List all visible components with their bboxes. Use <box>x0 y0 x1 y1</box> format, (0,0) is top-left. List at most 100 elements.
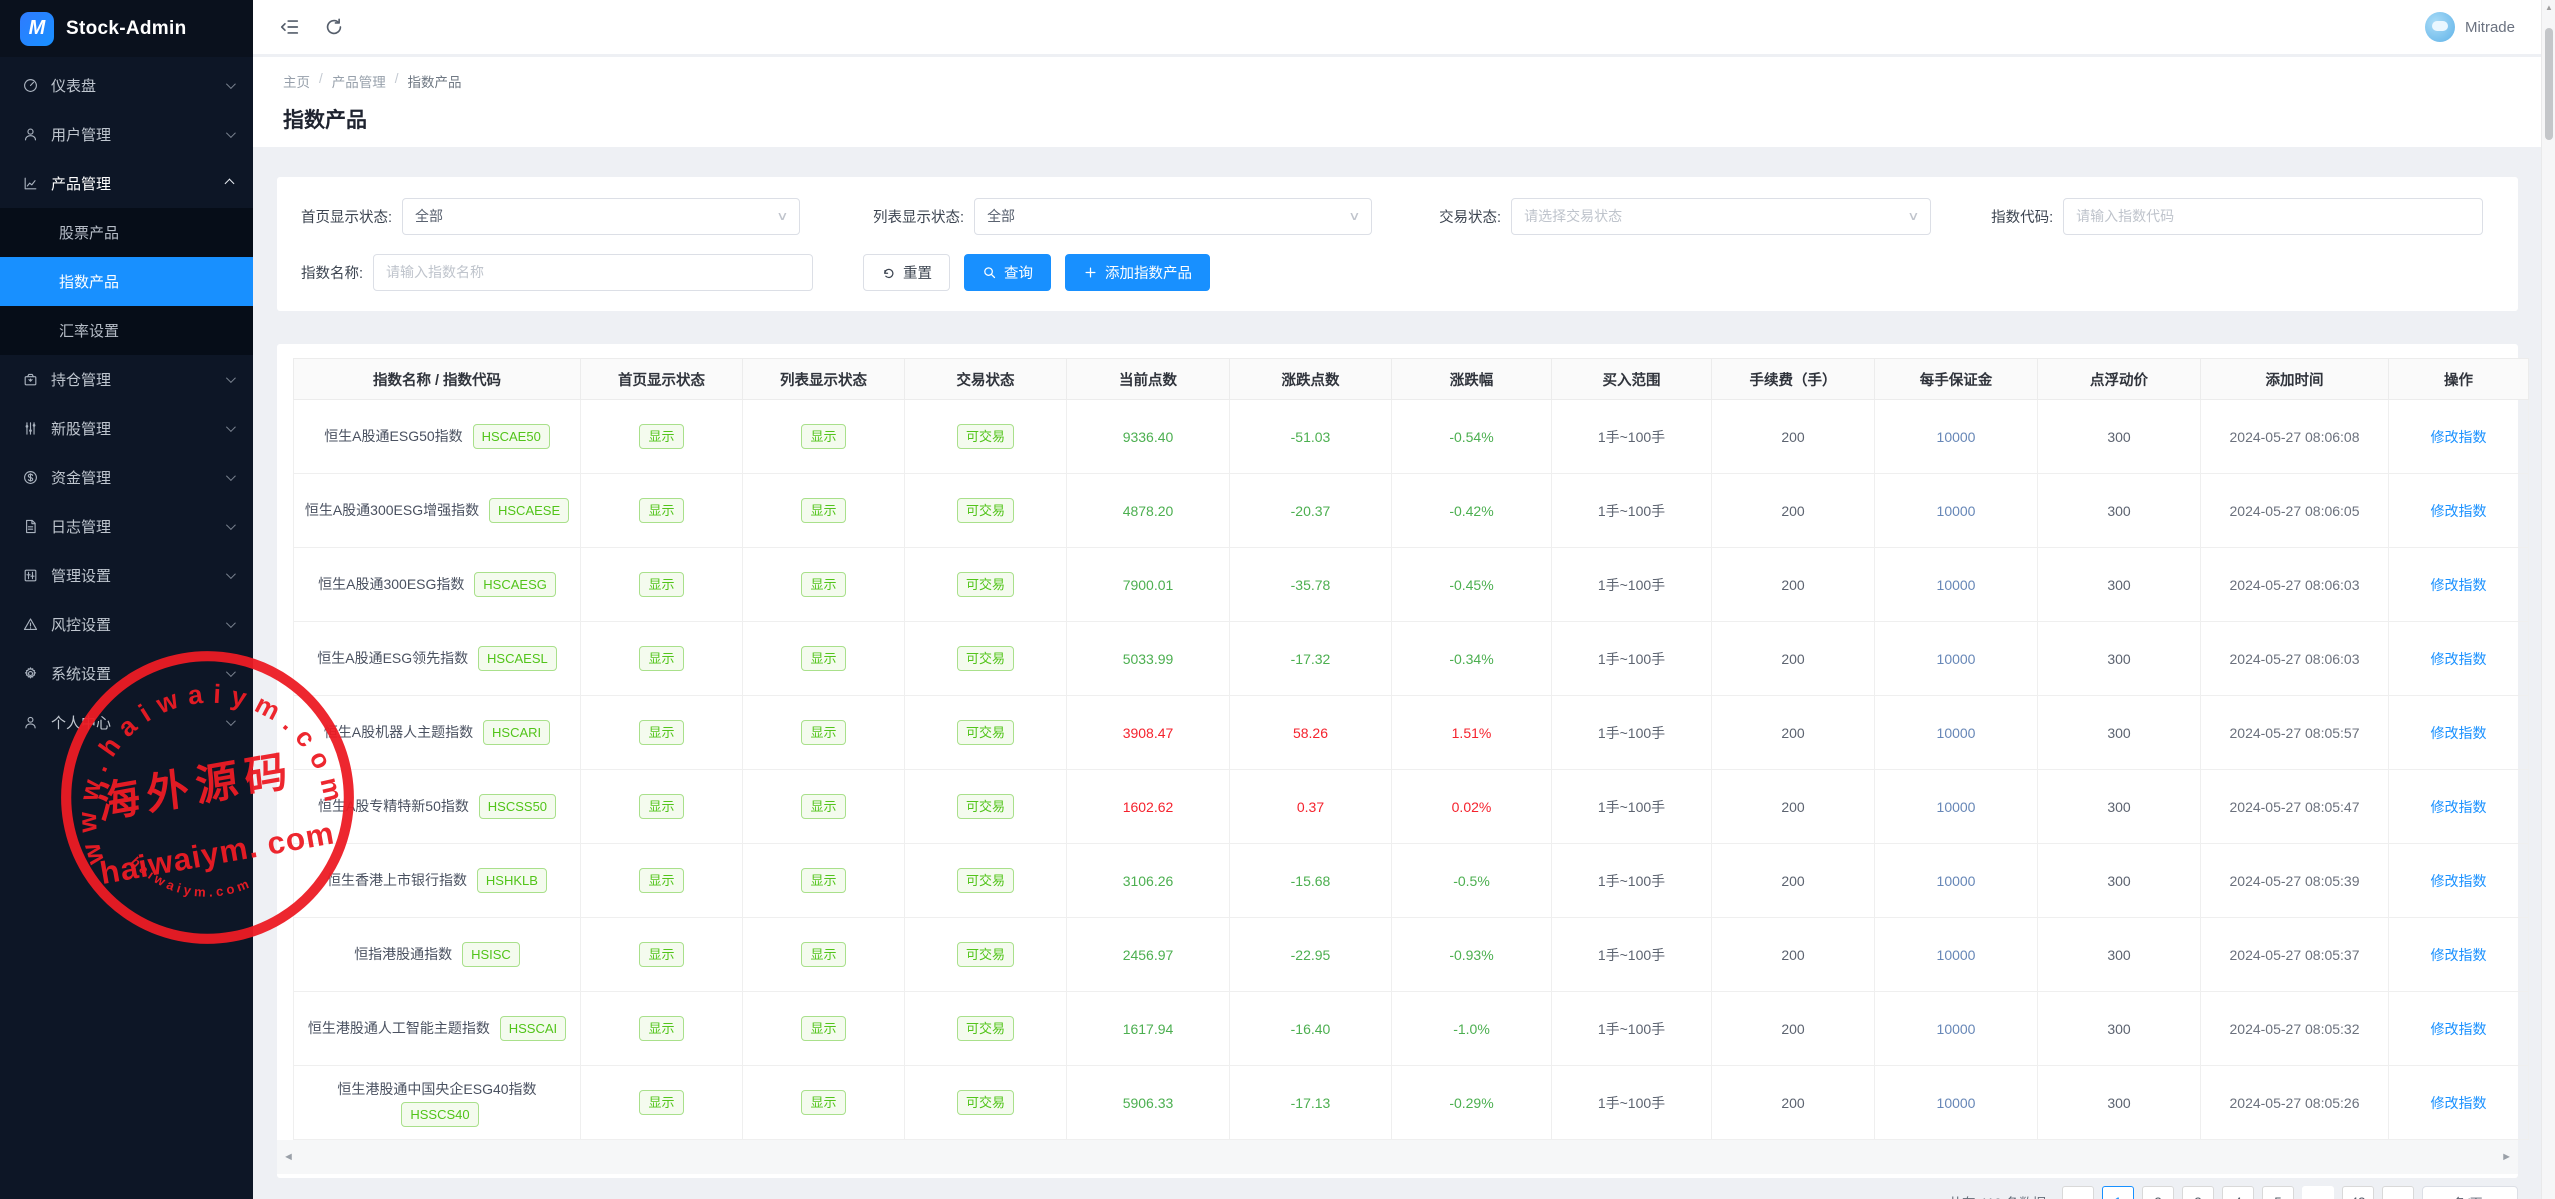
sidebar: M Stock-Admin 仪表盘用户管理产品管理股票产品指数产品汇率设置持仓管… <box>0 0 253 1199</box>
search-button[interactable]: 查询 <box>964 254 1051 291</box>
float-price: 300 <box>2107 799 2130 815</box>
sidebar-subitem-汇率设置[interactable]: 汇率设置 <box>0 306 253 355</box>
user-name[interactable]: Mitrade <box>2465 19 2515 36</box>
scroll-right-arrow-icon[interactable]: ► <box>2501 1151 2512 1163</box>
breadcrumb-product-mgmt[interactable]: 产品管理 <box>332 71 386 91</box>
sidebar-subitem-股票产品[interactable]: 股票产品 <box>0 208 253 257</box>
float-price: 300 <box>2107 503 2130 519</box>
page-button-42[interactable]: 42 <box>2342 1186 2374 1199</box>
user-avatar[interactable] <box>2425 12 2455 42</box>
sidebar-item-label: 新股管理 <box>51 418 226 439</box>
table-row: 恒指港股通指数 HSISC显示显示可交易2456.97-22.95-0.93%1… <box>294 918 2529 992</box>
vertical-scrollbar[interactable]: ▲ <box>2541 0 2555 1199</box>
ipo-icon <box>22 420 39 437</box>
dashboard-icon <box>22 77 39 94</box>
added-time: 2024-05-27 08:06:03 <box>2230 577 2360 593</box>
float-price: 300 <box>2107 1021 2130 1037</box>
fee: 200 <box>1781 577 1804 593</box>
index-name-label: 指数名称: <box>301 262 363 283</box>
reset-button[interactable]: 重置 <box>863 254 950 291</box>
page-size-select[interactable]: 10 条/页 ∨ <box>2422 1186 2518 1199</box>
prev-page-button[interactable]: ‹ <box>2062 1186 2094 1199</box>
float-price: 300 <box>2107 1095 2130 1111</box>
edit-index-link[interactable]: 修改指数 <box>2431 651 2487 667</box>
edit-index-link[interactable]: 修改指数 <box>2431 725 2487 741</box>
sidebar-subitem-指数产品[interactable]: 指数产品 <box>0 257 253 306</box>
page-button-5[interactable]: 5 <box>2262 1186 2294 1199</box>
sidebar-item-产品管理[interactable]: 产品管理 <box>0 159 253 208</box>
buy-range: 1手~100手 <box>1598 577 1665 593</box>
next-page-button[interactable]: › <box>2382 1186 2414 1199</box>
trade-status-select[interactable]: 请选择交易状态 ∨ <box>1511 198 1931 235</box>
sidebar-item-系统设置[interactable]: 系统设置 <box>0 649 253 698</box>
change-percent: -0.29% <box>1449 1095 1493 1111</box>
change-percent: -0.54% <box>1449 429 1493 445</box>
table-header-row: 指数名称 / 指数代码首页显示状态列表显示状态交易状态当前点数涨跌点数涨跌幅买入… <box>294 359 2529 400</box>
index-code-input[interactable]: 请输入指数代码 <box>2063 198 2483 235</box>
sidebar-item-label: 日志管理 <box>51 516 226 537</box>
edit-index-link[interactable]: 修改指数 <box>2431 577 2487 593</box>
breadcrumb-home[interactable]: 主页 <box>283 71 310 91</box>
change-points: 0.37 <box>1297 799 1324 815</box>
edit-index-link[interactable]: 修改指数 <box>2431 503 2487 519</box>
edit-index-link[interactable]: 修改指数 <box>2431 1021 2487 1037</box>
horizontal-scrollbar[interactable]: ◄ ► <box>277 1140 2518 1174</box>
fee: 200 <box>1781 799 1804 815</box>
home-display-badge: 显示 <box>639 498 683 524</box>
reset-icon <box>881 265 896 280</box>
chevron-down-icon: ∨ <box>776 209 788 223</box>
scrollbar-thumb[interactable] <box>2545 28 2553 140</box>
refresh-icon[interactable] <box>323 16 345 38</box>
buy-range: 1手~100手 <box>1598 873 1665 889</box>
page-button-3[interactable]: 3 <box>2182 1186 2214 1199</box>
edit-index-link[interactable]: 修改指数 <box>2431 873 2487 889</box>
edit-index-link[interactable]: 修改指数 <box>2431 947 2487 963</box>
risk-icon <box>22 616 39 633</box>
app-logo[interactable]: M Stock-Admin <box>0 0 253 57</box>
chevron-down-icon: ∨ <box>1908 209 1920 223</box>
column-header: 首页显示状态 <box>581 359 743 400</box>
edit-index-link[interactable]: 修改指数 <box>2431 1095 2487 1111</box>
index-code-label: 指数代码: <box>1991 206 2053 227</box>
table-row: 恒生A股通ESG50指数 HSCAE50显示显示可交易9336.40-51.03… <box>294 400 2529 474</box>
index-name: 恒生香港上市银行指数 <box>327 872 467 888</box>
margin-per-lot: 10000 <box>1937 503 1976 519</box>
fee: 200 <box>1781 725 1804 741</box>
sidebar-item-用户管理[interactable]: 用户管理 <box>0 110 253 159</box>
column-header: 涨跌幅 <box>1392 359 1552 400</box>
scroll-left-arrow-icon[interactable]: ◄ <box>283 1151 294 1163</box>
sidebar-item-label: 资金管理 <box>51 467 226 488</box>
list-display-badge: 显示 <box>801 572 845 598</box>
edit-index-link[interactable]: 修改指数 <box>2431 799 2487 815</box>
scroll-up-arrow-icon[interactable]: ▲ <box>2542 3 2555 12</box>
list-status-select[interactable]: 全部 ∨ <box>974 198 1372 235</box>
sidebar-item-资金管理[interactable]: 资金管理 <box>0 453 253 502</box>
column-header: 当前点数 <box>1067 359 1230 400</box>
index-name-input[interactable]: 请输入指数名称 <box>373 254 813 291</box>
sidebar-item-仪表盘[interactable]: 仪表盘 <box>0 61 253 110</box>
sidebar-item-新股管理[interactable]: 新股管理 <box>0 404 253 453</box>
topbar: Mitrade <box>253 0 2541 54</box>
list-display-badge: 显示 <box>801 868 845 894</box>
home-display-badge: 显示 <box>639 868 683 894</box>
margin-per-lot: 10000 <box>1937 1021 1976 1037</box>
collapse-menu-icon[interactable] <box>279 16 301 38</box>
home-status-select[interactable]: 全部 ∨ <box>402 198 800 235</box>
index-table-card: 指数名称 / 指数代码首页显示状态列表显示状态交易状态当前点数涨跌点数涨跌幅买入… <box>277 344 2518 1178</box>
add-index-product-button[interactable]: 添加指数产品 <box>1065 254 1210 291</box>
sidebar-item-个人中心[interactable]: 个人中心 <box>0 698 253 747</box>
table-row: 恒生A股通ESG领先指数 HSCAESL显示显示可交易5033.99-17.32… <box>294 622 2529 696</box>
edit-index-link[interactable]: 修改指数 <box>2431 429 2487 445</box>
sidebar-item-持仓管理[interactable]: 持仓管理 <box>0 355 253 404</box>
sidebar-item-label: 用户管理 <box>51 124 226 145</box>
trade-status-badge: 可交易 <box>957 646 1014 672</box>
sidebar-item-管理设置[interactable]: 管理设置 <box>0 551 253 600</box>
sidebar-item-风控设置[interactable]: 风控设置 <box>0 600 253 649</box>
page-ellipsis[interactable]: ••• <box>2302 1186 2334 1199</box>
page-button-4[interactable]: 4 <box>2222 1186 2254 1199</box>
sidebar-item-日志管理[interactable]: 日志管理 <box>0 502 253 551</box>
page-button-1[interactable]: 1 <box>2102 1186 2134 1199</box>
change-points: -17.13 <box>1291 1095 1331 1111</box>
page-button-2[interactable]: 2 <box>2142 1186 2174 1199</box>
change-points: -15.68 <box>1291 873 1331 889</box>
